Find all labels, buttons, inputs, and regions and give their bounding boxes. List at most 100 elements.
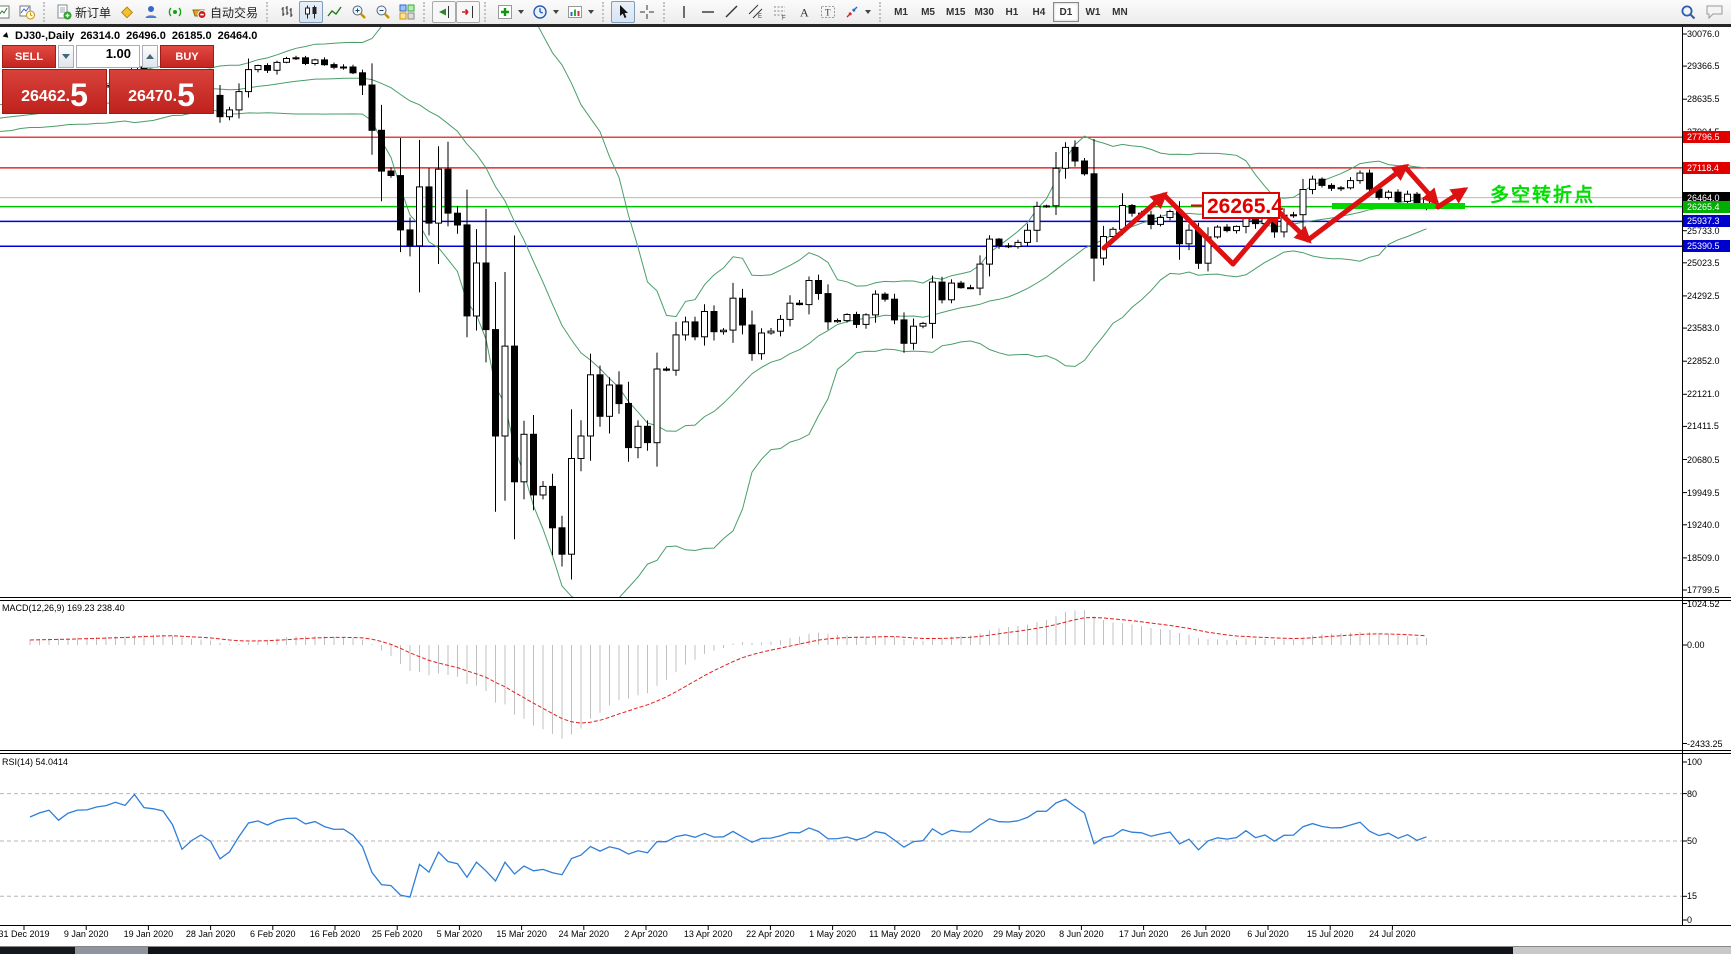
taskbar-segment: [148, 947, 1513, 954]
macd-tick-label: -2433.25: [1687, 739, 1723, 749]
buy-price-display[interactable]: 26470.5: [109, 69, 214, 114]
collapse-triangle-icon[interactable]: [3, 32, 11, 40]
chevron-down-icon: [588, 10, 594, 14]
text-icon: A: [796, 4, 812, 20]
timeframe-h1[interactable]: H1: [999, 2, 1025, 22]
signals-icon: [167, 4, 183, 20]
arrows-button[interactable]: [840, 1, 875, 23]
price-tick-label: 28635.5: [1687, 94, 1720, 104]
date-tick-label: 13 Apr 2020: [684, 929, 733, 939]
rsi-tick-label: 50: [1687, 836, 1697, 846]
timeframe-toolbar: M1M5M15M30H1H4D1W1MN: [888, 2, 1133, 22]
trendline-icon: [724, 4, 740, 20]
text-label-icon: T: [820, 4, 836, 20]
indicators-button[interactable]: [493, 1, 528, 23]
text-button[interactable]: A: [792, 1, 816, 23]
auto-scroll-button[interactable]: [432, 1, 456, 23]
timeframe-m30[interactable]: M30: [970, 2, 997, 22]
rsi-tick-label: 100: [1687, 757, 1702, 767]
timeframe-w1[interactable]: W1: [1080, 2, 1106, 22]
candlestick-icon: [303, 4, 319, 20]
experts-button[interactable]: [139, 1, 163, 23]
bar-chart-button[interactable]: [275, 1, 299, 23]
rsi-tick-label: 80: [1687, 789, 1697, 799]
macd-indicator-label: MACD(12,26,9) 169.23 238.40: [2, 603, 125, 613]
volume-input[interactable]: 1.00: [76, 45, 140, 68]
timeframe-d1[interactable]: D1: [1053, 2, 1079, 22]
autotrading-button[interactable]: 自动交易: [187, 1, 262, 23]
macd-tick-label: 1024.52: [1687, 599, 1720, 609]
rsi-tick-label: 0: [1687, 915, 1692, 925]
price-tick-label: 22121.0: [1687, 389, 1720, 399]
horizontal-line-icon: [700, 4, 716, 20]
cursor-icon: [615, 4, 631, 20]
taskbar-segment: [1513, 947, 1731, 954]
volume-increase-button[interactable]: [142, 45, 158, 68]
triangle-up-icon: [146, 54, 154, 59]
line-chart-button[interactable]: [323, 1, 347, 23]
sell-button[interactable]: SELL: [2, 45, 56, 68]
volume-decrease-button[interactable]: [58, 45, 74, 68]
fibonacci-button[interactable]: F: [768, 1, 792, 23]
date-tick-label: 6 Feb 2020: [250, 929, 296, 939]
low-value: 26185.0: [172, 30, 212, 42]
date-tick-label: 28 Jan 2020: [186, 929, 236, 939]
vertical-line-button[interactable]: [672, 1, 696, 23]
price-tick-label: 22852.0: [1687, 356, 1720, 366]
profiles-button[interactable]: [15, 1, 39, 23]
timeframe-mn[interactable]: MN: [1107, 2, 1133, 22]
price-tick-label: 23583.0: [1687, 323, 1720, 333]
trendline-button[interactable]: [720, 1, 744, 23]
tile-windows-icon: [399, 4, 415, 20]
date-tick-label: 1 May 2020: [809, 929, 856, 939]
sell-price-main: 26462.: [21, 84, 70, 110]
sell-price-display[interactable]: 26462.5: [2, 69, 107, 114]
tile-windows-button[interactable]: [395, 1, 419, 23]
bar-chart-icon: [279, 4, 295, 20]
timeframe-h4[interactable]: H4: [1026, 2, 1052, 22]
timeframe-m15[interactable]: M15: [942, 2, 969, 22]
timeframe-m1[interactable]: M1: [888, 2, 914, 22]
toolbar-separator: [879, 2, 886, 22]
zoom-out-button[interactable]: [371, 1, 395, 23]
price-tick-label: 18509.0: [1687, 553, 1720, 563]
buy-price-main: 26470.: [128, 84, 177, 110]
rsi-indicator-label: RSI(14) 54.0414: [2, 757, 68, 767]
date-tick-label: 16 Feb 2020: [310, 929, 361, 939]
chart-canvas[interactable]: 26265.4: [0, 27, 1731, 954]
timeframe-m5[interactable]: M5: [915, 2, 941, 22]
price-line-label: 25390.5: [1683, 240, 1730, 252]
price-tick-label: 17799.5: [1687, 585, 1720, 595]
crosshair-icon: [639, 4, 655, 20]
crosshair-button[interactable]: [635, 1, 659, 23]
zoom-in-button[interactable]: [347, 1, 371, 23]
experts-icon: [143, 4, 159, 20]
new-order-button[interactable]: 新订单: [52, 1, 115, 23]
new-order-label: 新订单: [75, 4, 111, 21]
text-label-button[interactable]: T: [816, 1, 840, 23]
cursor-button[interactable]: [611, 1, 635, 23]
line-chart-icon: [327, 4, 343, 20]
high-value: 26496.0: [126, 30, 166, 42]
open-value: 26314.0: [80, 30, 120, 42]
date-tick-label: 6 Jul 2020: [1247, 929, 1289, 939]
date-tick-label: 17 Jun 2020: [1119, 929, 1169, 939]
signals-button[interactable]: [163, 1, 187, 23]
periods-button[interactable]: [528, 1, 563, 23]
chevron-down-icon: [518, 10, 524, 14]
candlestick-button[interactable]: [299, 1, 323, 23]
new-chart-button[interactable]: [0, 1, 15, 23]
triangle-down-icon: [62, 54, 70, 59]
date-tick-label: 11 May 2020: [869, 929, 920, 939]
buy-button[interactable]: BUY: [160, 45, 214, 68]
templates-button[interactable]: [563, 1, 598, 23]
search-icon[interactable]: [1680, 4, 1697, 21]
chevron-down-icon: [553, 10, 559, 14]
chat-icon[interactable]: [1705, 4, 1725, 20]
periods-icon: [532, 4, 548, 20]
price-line-label: 27118.4: [1683, 162, 1730, 174]
metaeditor-button[interactable]: [115, 1, 139, 23]
chart-shift-button[interactable]: [456, 1, 480, 23]
channel-button[interactable]: E: [744, 1, 768, 23]
horizontal-line-button[interactable]: [696, 1, 720, 23]
